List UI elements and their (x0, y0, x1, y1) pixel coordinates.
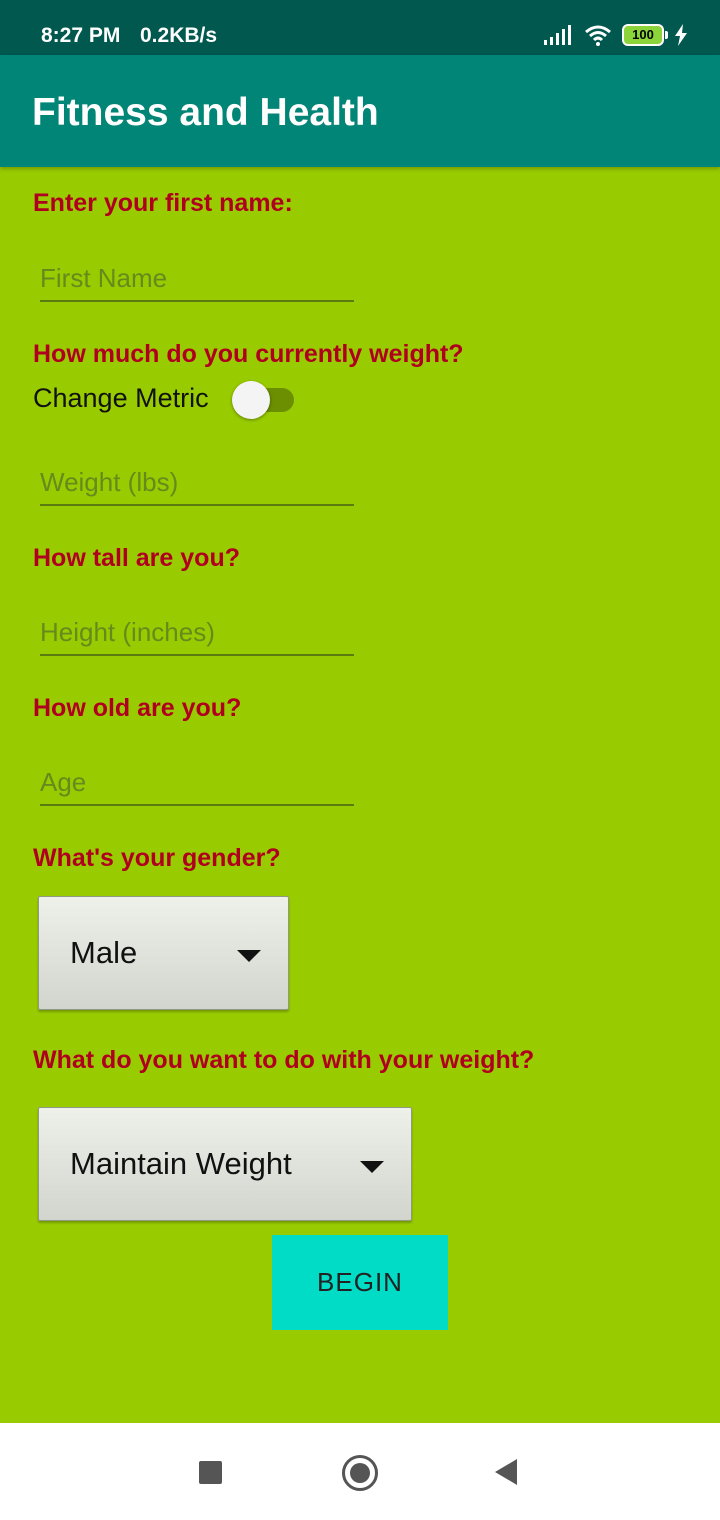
status-icons: 100 (544, 20, 688, 50)
age-label: How old are you? (33, 694, 242, 722)
dropdown-arrow-icon (360, 1161, 384, 1173)
battery-icon: 100 (622, 24, 668, 46)
goal-value: Maintain Weight (70, 1146, 292, 1181)
back-icon[interactable] (495, 1459, 517, 1485)
height-input[interactable] (40, 610, 354, 656)
gender-value: Male (70, 935, 138, 970)
gender-label: What's your gender? (33, 844, 281, 872)
status-time: 8:27 PM (41, 24, 121, 47)
begin-button[interactable]: BEGIN (272, 1235, 448, 1330)
navigation-bar (0, 1423, 720, 1520)
weight-input[interactable] (40, 460, 354, 506)
app-bar: Fitness and Health (0, 55, 720, 167)
home-icon[interactable] (342, 1455, 378, 1491)
wifi-icon (585, 25, 611, 46)
network-speed: 0.2KB/s (140, 24, 218, 47)
name-label: Enter your first name: (33, 189, 293, 217)
status-bar: 8:27 PM 0.2KB/s 100 (0, 0, 720, 55)
signal-icon (544, 25, 571, 45)
recents-icon[interactable] (199, 1461, 222, 1484)
switch-thumb (232, 381, 270, 419)
age-input[interactable] (40, 760, 354, 806)
change-metric-label: Change Metric (33, 383, 209, 413)
weight-label: How much do you currently weight? (33, 340, 464, 368)
weight-goal-dropdown[interactable]: Maintain Weight (38, 1107, 412, 1221)
charging-icon (675, 24, 687, 46)
dropdown-arrow-icon (237, 950, 261, 962)
goal-label: What do you want to do with your weight? (33, 1046, 535, 1074)
gender-dropdown[interactable]: Male (38, 896, 289, 1010)
first-name-input[interactable] (40, 256, 354, 302)
height-label: How tall are you? (33, 544, 240, 572)
change-metric-switch[interactable] (232, 381, 296, 419)
app-title: Fitness and Health (32, 91, 379, 134)
